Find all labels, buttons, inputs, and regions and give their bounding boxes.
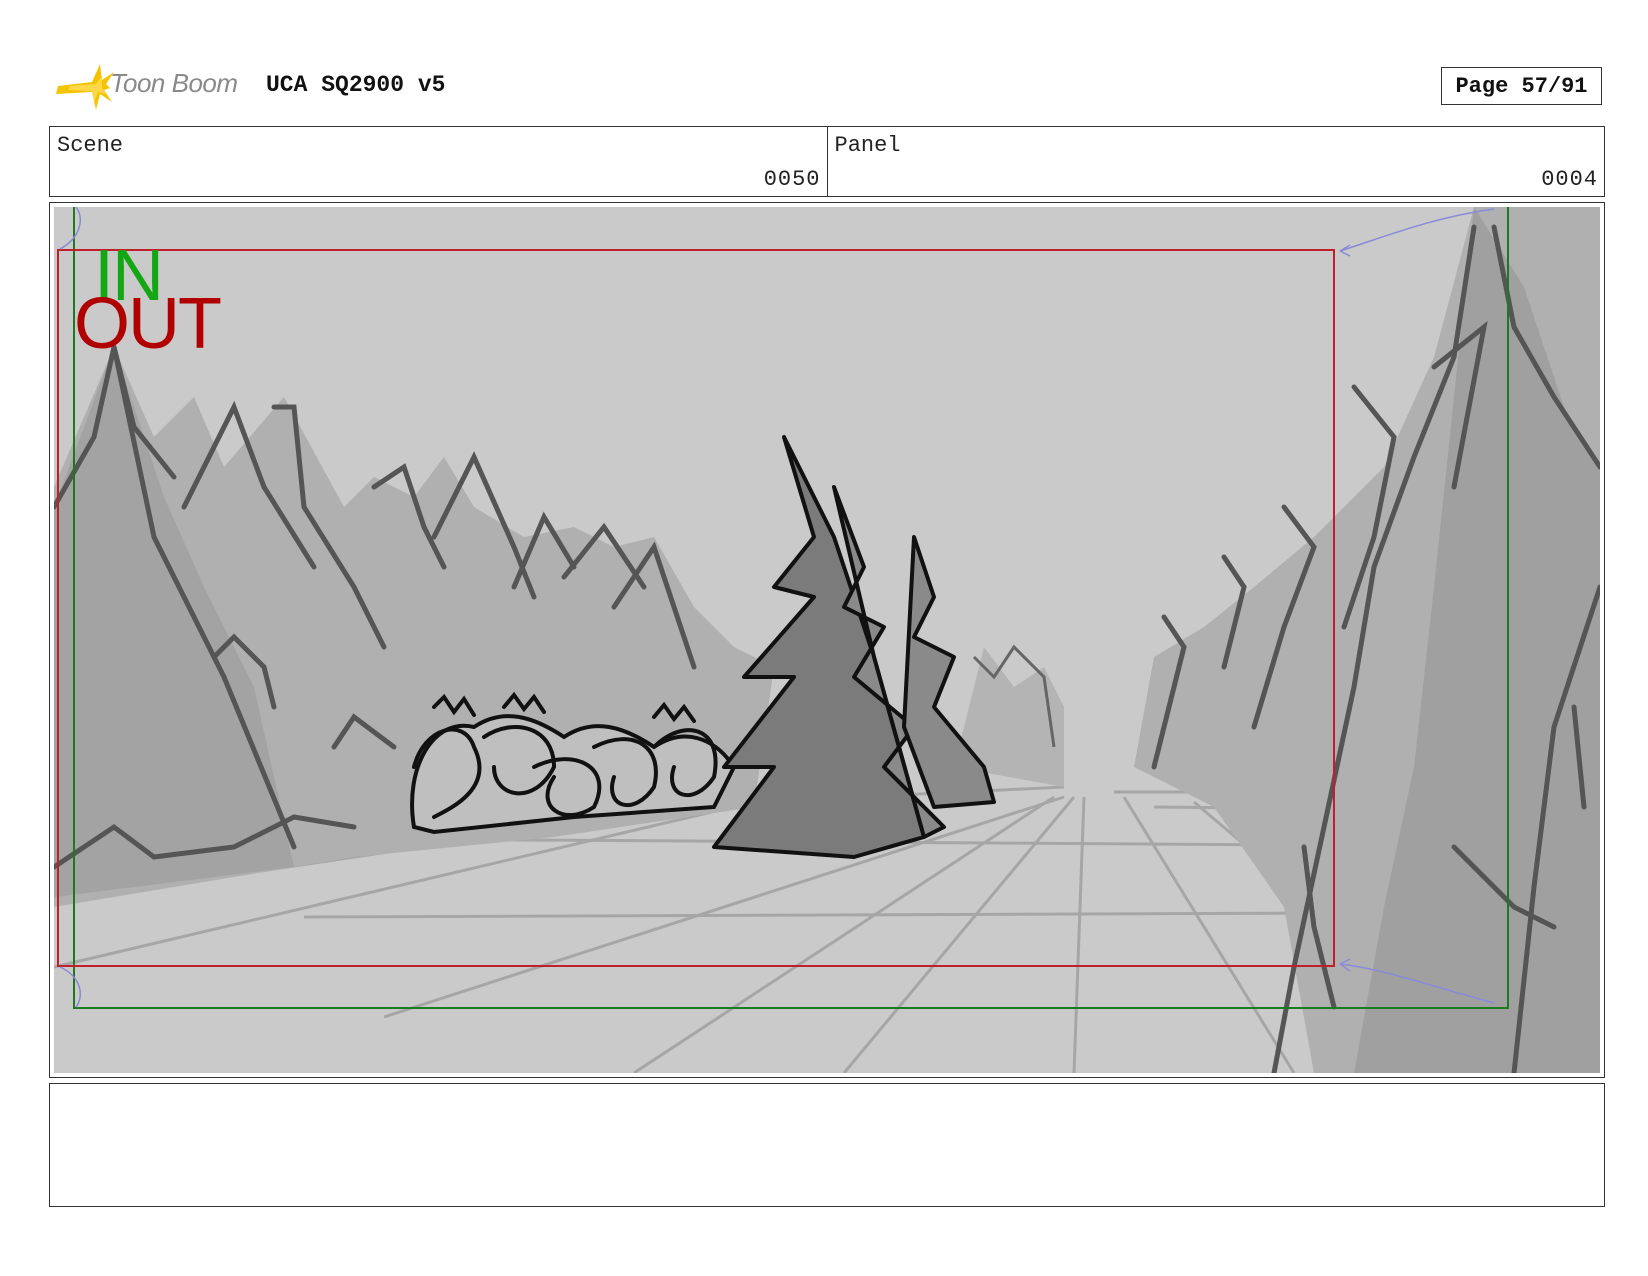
- scene-label: Scene: [57, 133, 124, 158]
- scene-number: 0050: [763, 167, 821, 192]
- panel-number: 0004: [1541, 167, 1598, 192]
- page-number: Page 57/91: [1455, 73, 1588, 99]
- page-indicator: Page 57/91: [1441, 67, 1602, 105]
- scene-cell: Scene 0050: [50, 127, 827, 196]
- panel-notes-box[interactable]: [49, 1083, 1605, 1207]
- panel-label: Panel: [834, 133, 901, 158]
- scene-panel-header: Scene 0050 Panel 0004: [49, 126, 1605, 197]
- out-frame-label: OUT: [74, 284, 222, 364]
- panel-cell: Panel 0004: [826, 127, 1605, 196]
- storyboard-drawing: [54, 207, 1600, 1073]
- document-title: UCA SQ2900 v5: [266, 72, 446, 98]
- logo-text: Toon Boom: [110, 68, 238, 98]
